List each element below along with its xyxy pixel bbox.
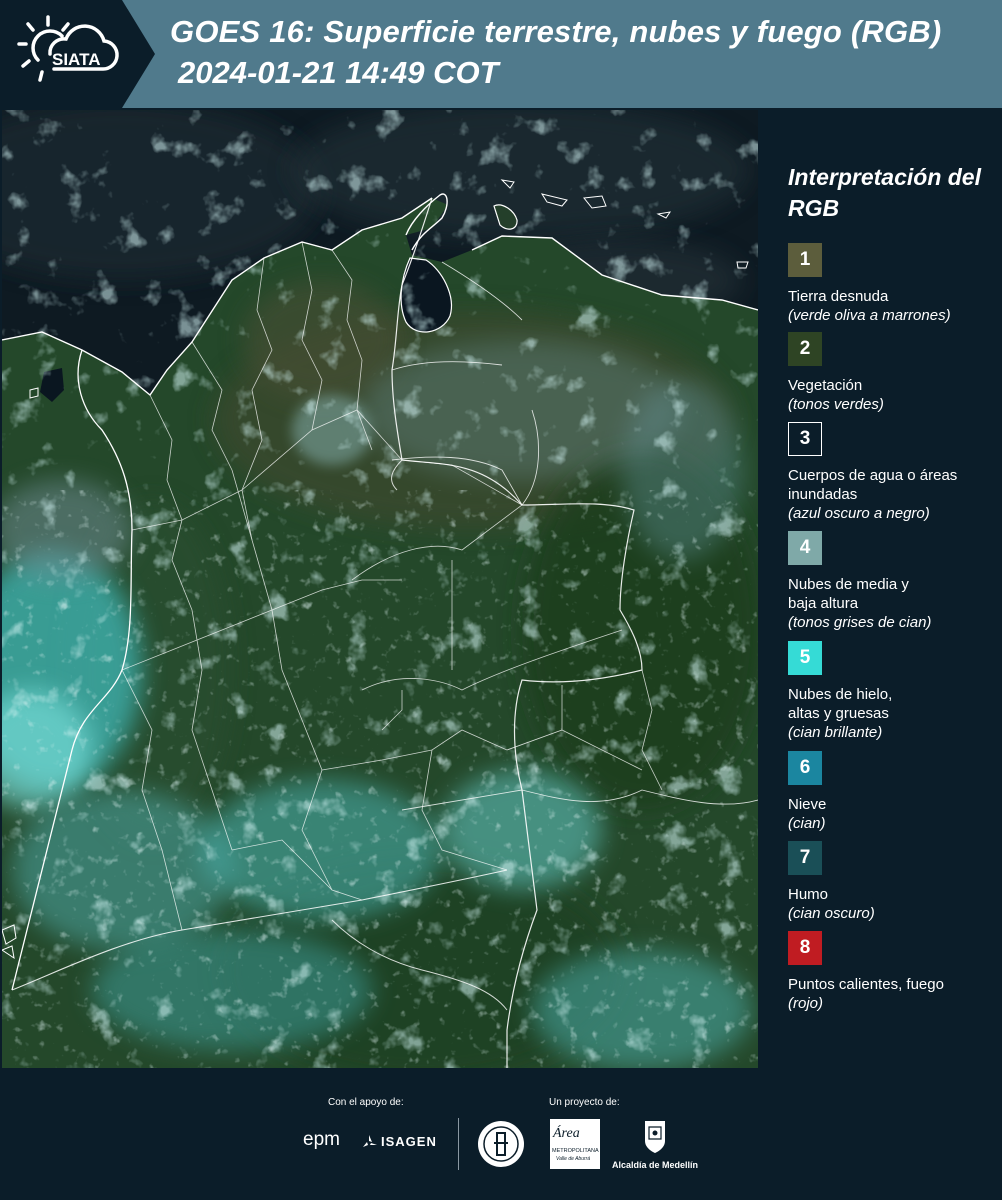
legend-description: (tonos grises de cian) (788, 614, 932, 631)
footer: Con el apoyo de: Un proyecto de: epm ISA… (0, 1070, 1002, 1200)
legend-swatch: 1 (788, 243, 822, 277)
page-title: GOES 16: Superficie terrestre, nubes y f… (170, 14, 942, 49)
legend-description: (cian oscuro) (788, 905, 875, 922)
legend-swatch: 8 (788, 931, 822, 965)
legend-item-ice-clouds: 5 Nubes de hielo, altas y gruesas (cian … (788, 641, 998, 742)
rgb-legend: Interpretación del RGB 1 Tierra desnuda … (762, 110, 1002, 1070)
legend-label: Cuerpos de agua o áreas inundadas (788, 467, 958, 503)
legend-swatch: 5 (788, 641, 822, 675)
legend-item-bare-soil: 1 Tierra desnuda (verde oliva a marrones… (788, 243, 998, 325)
isagen-mark-icon (363, 1135, 377, 1147)
legend-swatch: 3 (788, 422, 822, 456)
project-caption: Un proyecto de: (549, 1097, 620, 1108)
legend-label: Nubes de media y baja altura (788, 576, 909, 612)
legend-description: (rojo) (788, 995, 824, 1012)
legend-label: Vegetación (788, 377, 863, 394)
legend-item-snow: 6 Nieve (cian) (788, 751, 998, 833)
legend-label: Tierra desnuda (788, 288, 889, 305)
legend-description: (verde oliva a marrones) (788, 307, 951, 324)
legend-label: Puntos calientes, fuego (788, 976, 944, 993)
legend-item-vegetation: 2 Vegetación (tonos verdes) (788, 332, 998, 414)
svg-text:SIATA: SIATA (52, 50, 100, 69)
coat-of-arms-icon (645, 1121, 665, 1153)
legend-swatch: 4 (788, 531, 822, 565)
legend-title: Interpretación del RGB (788, 164, 981, 221)
legend-swatch: 2 (788, 332, 822, 366)
legend-swatch: 7 (788, 841, 822, 875)
sun-cloud-icon: SIATA (17, 15, 119, 82)
legend-description: (tonos verdes) (788, 396, 884, 413)
satellite-map (2, 110, 758, 1068)
legend-item-smoke: 7 Humo (cian oscuro) (788, 841, 998, 923)
legend-description: (cian brillante) (788, 724, 883, 741)
legend-item-hotspots: 8 Puntos calientes, fuego (rojo) (788, 931, 998, 1013)
timestamp: 2024-01-21 14:49 COT (178, 55, 499, 90)
legend-description: (azul oscuro a negro) (788, 505, 930, 522)
header-bar: SIATA GOES 16: Superficie terrestre, nub… (0, 0, 1002, 108)
legend-item-mid-low-clouds: 4 Nubes de media y baja altura (tonos gr… (788, 531, 998, 632)
legend-label: Nubes de hielo, altas y gruesas (788, 686, 893, 722)
support-caption: Con el apoyo de: (328, 1097, 404, 1108)
footer-divider (458, 1118, 459, 1170)
legend-item-water: 3 Cuerpos de agua o áreas inundadas (azu… (788, 422, 998, 523)
legend-label: Nieve (788, 796, 827, 813)
siata-logo: SIATA (0, 0, 155, 108)
legend-label: Humo (788, 886, 829, 903)
legend-swatch: 6 (788, 751, 822, 785)
legend-description: (cian) (788, 815, 826, 832)
